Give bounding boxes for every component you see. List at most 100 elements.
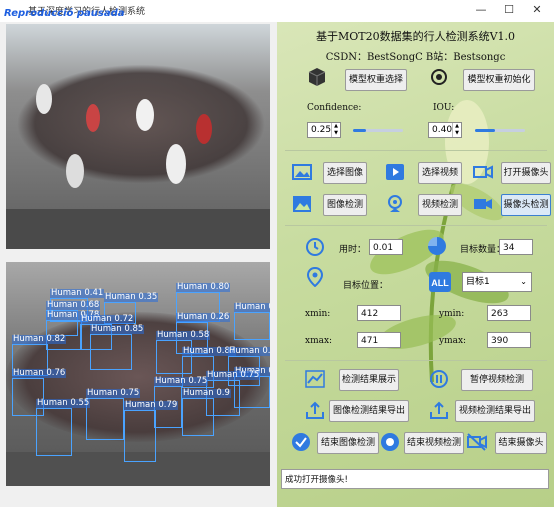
detection-box bbox=[182, 398, 214, 436]
ymin-field[interactable]: 263 bbox=[487, 305, 531, 321]
xmin-label: xmin: bbox=[305, 309, 331, 319]
confidence-slider-fill bbox=[353, 129, 366, 132]
image-icon bbox=[292, 164, 312, 180]
detection-label: Human 0.72 bbox=[80, 314, 135, 324]
location-pin-icon bbox=[306, 267, 324, 287]
person bbox=[166, 144, 186, 184]
person bbox=[86, 104, 100, 132]
pause-icon bbox=[430, 370, 448, 388]
detection-label: Human 0.58 bbox=[156, 330, 211, 340]
pause-video-button[interactable]: 暂停视频检测 bbox=[461, 369, 533, 391]
select-image-button[interactable]: 选择图像 bbox=[323, 162, 367, 184]
ymax-field[interactable]: 390 bbox=[487, 332, 531, 348]
iou-value: 0.40 bbox=[432, 125, 453, 135]
divider bbox=[285, 360, 547, 361]
iou-slider[interactable] bbox=[475, 129, 525, 132]
iou-spinbox[interactable]: 0.40 ▲ ▼ bbox=[428, 122, 462, 138]
person bbox=[66, 154, 84, 188]
export-video-results-button[interactable]: 视频检测结果导出 bbox=[455, 400, 535, 422]
webcam-icon bbox=[388, 195, 402, 212]
video-detect-button[interactable]: 视频检测 bbox=[418, 194, 462, 216]
export-image-results-button[interactable]: 图像检测结果导出 bbox=[329, 400, 409, 422]
minimize-button[interactable]: — bbox=[470, 2, 492, 18]
detection-label: Human 0.79 bbox=[124, 400, 179, 410]
detection-label: Human 0.26 bbox=[176, 312, 231, 322]
detection-video: Human 0.41 Human 0.35 Human 0.80 Human 0.68… bbox=[6, 262, 270, 486]
detection-label: Human 0.71 bbox=[228, 347, 270, 356]
detection-label: Human 0.68 bbox=[46, 300, 101, 310]
open-camera-button[interactable]: 打开摄像头 bbox=[501, 162, 551, 184]
person bbox=[36, 84, 52, 114]
show-results-button[interactable]: 检测结果展示 bbox=[339, 369, 399, 391]
end-camera-button[interactable]: 结束摄像头 bbox=[495, 432, 547, 454]
check-circle-icon bbox=[292, 433, 310, 451]
confidence-label: Confidence: bbox=[307, 103, 362, 113]
video-file-icon bbox=[386, 164, 404, 180]
close-button[interactable]: ✕ bbox=[526, 2, 548, 18]
detection-label: Human 0.35 bbox=[104, 292, 159, 302]
video-pane: Human 0.41 Human 0.35 Human 0.80 Human 0.68… bbox=[0, 22, 277, 507]
spin-arrows-icon[interactable]: ▲ ▼ bbox=[452, 123, 461, 137]
detection-label: Human 0.55 bbox=[36, 398, 91, 408]
xmin-field[interactable]: 412 bbox=[357, 305, 401, 321]
spin-arrows-icon[interactable]: ▲ ▼ bbox=[331, 123, 340, 137]
title-bar: 基于深度学习的行人检测系统 Reproducció pausada — ☐ ✕ bbox=[0, 0, 554, 23]
init-weights-button[interactable]: 模型权重初始化 bbox=[463, 69, 535, 91]
detection-label: Human 0.75 bbox=[154, 376, 209, 386]
detection-box bbox=[86, 398, 124, 440]
source-video bbox=[6, 24, 270, 249]
detection-label: Human 0.82 bbox=[12, 334, 67, 344]
person bbox=[136, 99, 154, 131]
target-position-label: 目标位置： bbox=[343, 281, 389, 291]
time-label: 用时： bbox=[339, 245, 367, 255]
app-subtitle: CSDN：BestSongC B站：Bestsongc bbox=[325, 52, 506, 63]
svg-text:ALL: ALL bbox=[431, 278, 449, 288]
all-icon: ALL bbox=[429, 272, 451, 292]
cube-icon bbox=[308, 68, 326, 86]
ymin-label: ymin: bbox=[439, 309, 465, 319]
status-bar: 成功打开摄像头! bbox=[281, 469, 549, 489]
pie-chart-icon bbox=[428, 237, 446, 255]
target-select-value: 目标1 bbox=[466, 277, 490, 287]
confidence-spinbox[interactable]: 0.25 ▲ ▼ bbox=[307, 122, 341, 138]
detection-box bbox=[124, 410, 156, 462]
person bbox=[196, 114, 212, 144]
detection-label: Human 0.80 bbox=[176, 282, 231, 292]
select-weights-button[interactable]: 模型权重选择 bbox=[345, 69, 407, 91]
iou-label: IOU: bbox=[433, 103, 455, 113]
camera-outline-icon bbox=[473, 165, 493, 179]
clock-icon bbox=[306, 238, 324, 256]
maximize-button[interactable]: ☐ bbox=[498, 2, 520, 18]
image-detect-button[interactable]: 图像检测 bbox=[323, 194, 367, 216]
upload-icon bbox=[430, 401, 448, 419]
detection-label: Human 0.85 bbox=[90, 324, 145, 334]
divider bbox=[285, 150, 547, 151]
camera-off-icon bbox=[467, 433, 487, 451]
control-pane: 基于MOT20数据集的行人检测系统V1.0 CSDN：BestSongC B站：… bbox=[277, 22, 554, 507]
detection-box bbox=[234, 312, 270, 340]
settings-target-icon bbox=[431, 69, 447, 85]
xmax-field[interactable]: 471 bbox=[357, 332, 401, 348]
end-video-detect-button[interactable]: 结束视频检测 bbox=[404, 432, 464, 454]
chevron-down-icon: ⌄ bbox=[520, 277, 527, 286]
ymax-label: ymax: bbox=[439, 336, 467, 346]
target-select[interactable]: 目标1 ⌄ bbox=[462, 272, 532, 292]
xmax-label: xmax: bbox=[305, 336, 333, 346]
divider bbox=[285, 225, 547, 226]
time-field[interactable]: 0.01 bbox=[369, 239, 403, 255]
camera-detect-button[interactable]: 摄像头检测 bbox=[501, 194, 551, 216]
camera-filled-icon bbox=[474, 199, 492, 209]
upload-icon bbox=[306, 401, 324, 419]
stop-circle-icon bbox=[381, 433, 399, 451]
confidence-slider[interactable] bbox=[353, 129, 403, 132]
target-count-field[interactable]: 34 bbox=[499, 239, 533, 255]
detection-label: Human 0.9 bbox=[182, 388, 231, 398]
end-image-detect-button[interactable]: 结束图像检测 bbox=[317, 432, 379, 454]
detection-label: Human 0.75 bbox=[86, 388, 141, 398]
select-video-button[interactable]: 选择视频 bbox=[418, 162, 462, 184]
detection-label: Human 0.41 bbox=[50, 288, 105, 298]
confidence-value: 0.25 bbox=[311, 125, 332, 135]
detection-box bbox=[90, 334, 132, 370]
image-detect-icon bbox=[293, 196, 311, 212]
detection-label: Human 0.76 bbox=[12, 368, 67, 378]
